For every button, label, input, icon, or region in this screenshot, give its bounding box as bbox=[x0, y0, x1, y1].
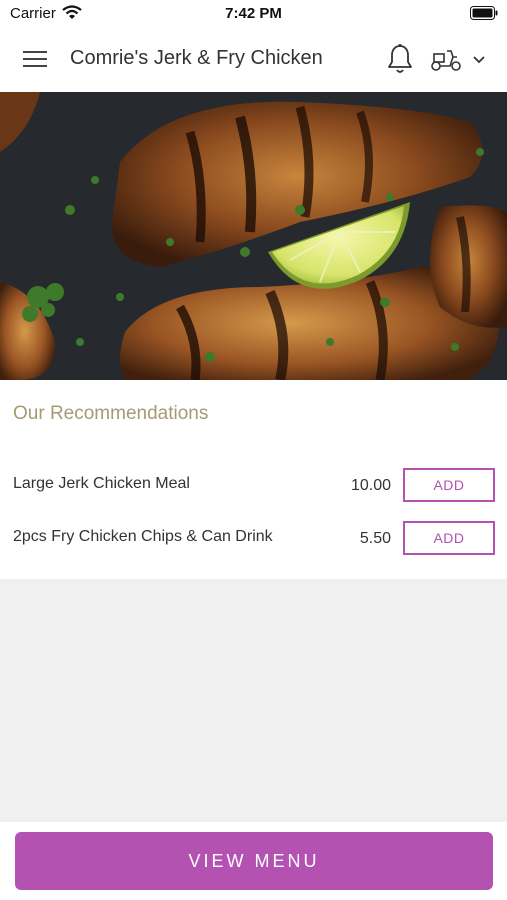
recommendations-section: Our Recommendations Large Jerk Chicken M… bbox=[0, 380, 507, 579]
hero-image bbox=[0, 92, 507, 380]
status-time: 7:42 PM bbox=[225, 5, 282, 22]
bell-icon[interactable] bbox=[386, 43, 414, 75]
list-item: 2pcs Fry Chicken Chips & Can Drink 5.50 … bbox=[0, 521, 507, 557]
item-price: 5.50 bbox=[359, 530, 391, 547]
item-price: 10.00 bbox=[350, 477, 391, 494]
bottom-bar: VIEW MENU bbox=[0, 822, 507, 900]
item-name: Large Jerk Chicken Meal bbox=[13, 475, 190, 492]
battery-icon bbox=[470, 6, 498, 20]
item-name: 2pcs Fry Chicken Chips & Can Drink bbox=[13, 528, 273, 545]
app-header: Comrie's Jerk & Fry Chicken bbox=[0, 28, 507, 92]
view-menu-button[interactable]: VIEW MENU bbox=[15, 832, 493, 890]
add-button[interactable]: ADD bbox=[403, 468, 495, 502]
add-button[interactable]: ADD bbox=[403, 521, 495, 555]
status-bar: Carrier 7:42 PM bbox=[0, 0, 507, 28]
page-title: Comrie's Jerk & Fry Chicken bbox=[70, 47, 323, 69]
scooter-delivery-icon[interactable] bbox=[430, 46, 462, 72]
hamburger-menu-icon[interactable] bbox=[23, 49, 47, 69]
chevron-down-icon[interactable] bbox=[472, 55, 486, 65]
list-item: Large Jerk Chicken Meal 10.00 ADD bbox=[0, 468, 507, 504]
recommendations-title: Our Recommendations bbox=[13, 403, 209, 424]
